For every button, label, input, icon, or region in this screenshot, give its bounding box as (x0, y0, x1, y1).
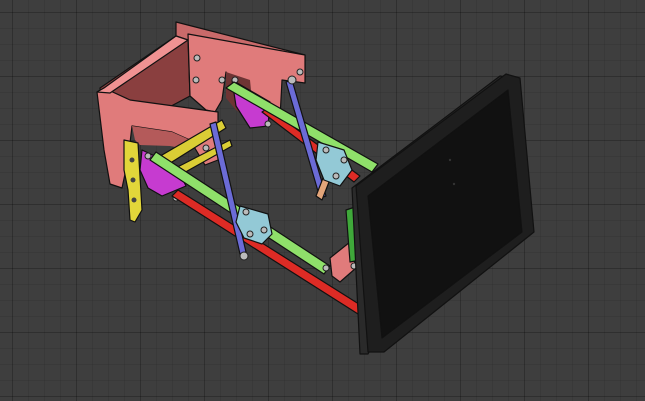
monitor[interactable] (351, 73, 535, 355)
lower-arm-front[interactable] (171, 189, 363, 315)
3d-viewport[interactable] (0, 0, 645, 401)
monitor-arm-assembly[interactable] (0, 0, 645, 401)
